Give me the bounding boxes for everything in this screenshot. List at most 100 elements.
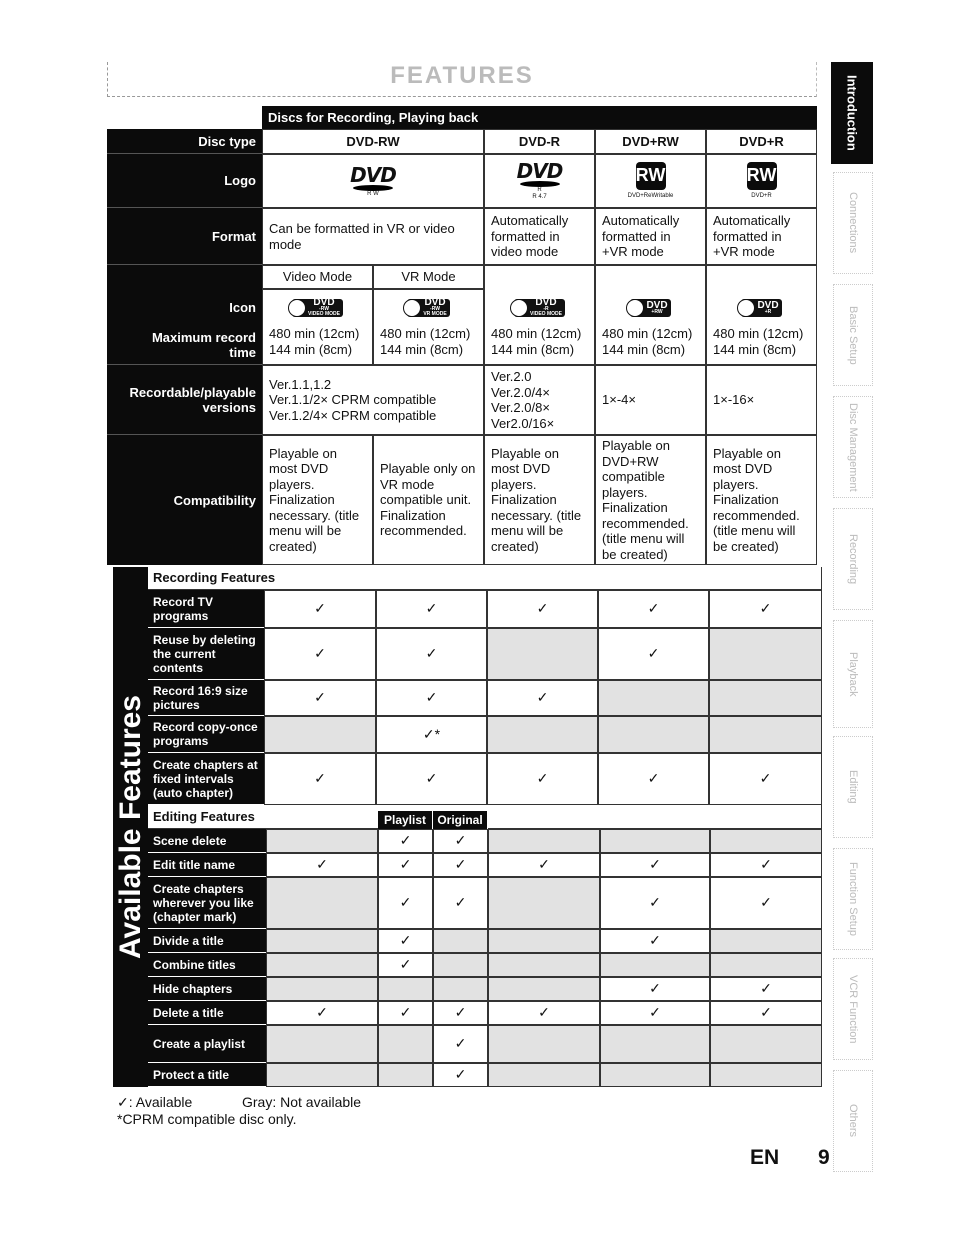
icon-time-dvd-rw-vr: DVD -RW VR MODE 480 min (12cm) 144 min (8c… — [373, 289, 484, 365]
available-features-band: Available Features — [113, 567, 148, 1087]
icon-time-dvd-rw-video: DVD -RW VIDEO MODE 480 min (12cm) 144 min … — [262, 289, 373, 365]
rw-logo-icon: RW — [635, 162, 666, 190]
feature-label: Hide chapters — [148, 977, 266, 1001]
row-label-logo: Logo — [107, 154, 262, 208]
feature-cell: ✓ — [488, 1001, 600, 1025]
dvd-r-video-mode-icon: DVD -R VIDEO MODE — [510, 298, 565, 317]
rw-logo-icon: RW — [746, 162, 777, 190]
versions-dvd-plus-r: 1×-16× — [706, 365, 817, 435]
feature-cell: ✓ — [598, 590, 709, 628]
feature-cell: ✓ — [264, 680, 376, 716]
dvd-rw-video-mode-icon: DVD -RW VIDEO MODE — [288, 298, 343, 317]
logo-caption: R R 4.7 — [532, 187, 547, 200]
legend-note: *CPRM compatible disc only. — [117, 1111, 297, 1127]
tab-connections[interactable]: Connections — [833, 172, 873, 274]
feature-cell: ✓ — [376, 753, 487, 805]
versions-dvd-r: Ver.2.0 Ver.2.0/4× Ver.2.0/8× Ver2.0/16× — [484, 365, 595, 435]
feature-cell: ✓ — [710, 977, 822, 1001]
max-time: 480 min (12cm) 144 min (8cm) — [380, 326, 471, 357]
feature-cell: ✓ — [487, 680, 598, 716]
tab-recording[interactable]: Recording — [833, 508, 873, 610]
feature-cell: ✓ — [378, 853, 433, 877]
tab-editing[interactable]: Editing — [833, 736, 873, 838]
feature-cell: ✓ — [378, 1001, 433, 1025]
feature-cell — [710, 953, 822, 977]
feature-cell: ✓ — [264, 590, 376, 628]
dvd-plus-rw-icon: DVD +RW — [626, 299, 671, 317]
feature-cell — [488, 877, 600, 929]
feature-cell — [266, 829, 378, 853]
feature-cell — [488, 977, 600, 1001]
tab-vcr-function[interactable]: VCR Function — [833, 958, 873, 1060]
feature-cell: ✓ — [710, 1001, 822, 1025]
vr-subheader-original: Original — [433, 811, 488, 829]
feature-cell: ✓ — [433, 877, 488, 929]
max-time: 480 min (12cm) 144 min (8cm) — [269, 326, 360, 357]
language-code: EN — [750, 1146, 780, 1169]
feature-cell: ✓ — [376, 590, 487, 628]
feature-cell — [266, 977, 378, 1001]
legend-available: ✓: Available — [117, 1094, 193, 1110]
feature-cell — [710, 1063, 822, 1087]
feature-label: Delete a title — [148, 1001, 266, 1025]
tab-label: VCR Function — [847, 974, 859, 1044]
feature-cell: ✓ — [600, 977, 710, 1001]
feature-cell: ✓ — [710, 853, 822, 877]
dvd-plus-r-icon: DVD +R — [737, 299, 782, 317]
format-dvd-plus-r: Automatically formatted in +VR mode — [706, 208, 817, 265]
feature-cell: ✓ — [600, 1001, 710, 1025]
dvd-logo-icon: DVD — [516, 159, 564, 183]
feature-cell: ✓ — [264, 753, 376, 805]
feature-cell: ✓ — [600, 929, 710, 953]
tab-label: Playback — [847, 651, 859, 697]
recording-features-header: Recording Features — [148, 567, 822, 590]
band-label: Available Features — [113, 694, 147, 959]
mode-video: Video Mode — [262, 265, 373, 289]
row-label-versions: Recordable/playable versions — [107, 365, 262, 435]
tab-others[interactable]: Others — [833, 1070, 873, 1172]
row-label-format: Format — [107, 208, 262, 265]
tab-function-setup[interactable]: Function Setup — [833, 848, 873, 950]
tab-label: Editing — [847, 770, 859, 804]
compat-dvd-r: Playable on most DVD players. Finalizati… — [484, 435, 595, 565]
icon-time-dvd-r: DVD -R VIDEO MODE 480 min (12cm) 144 min (… — [484, 265, 595, 365]
icon-time-dvd-plus-r: DVD +R 480 min (12cm) 144 min (8cm) — [706, 265, 817, 365]
tab-introduction[interactable]: Introduction — [831, 62, 873, 164]
tab-playback[interactable]: Playback — [833, 620, 873, 728]
logo-cell-dvd-r: DVD R R 4.7 — [484, 154, 595, 208]
logo-caption: R W — [367, 190, 379, 197]
feature-cell — [488, 829, 600, 853]
feature-cell — [710, 829, 822, 853]
feature-cell — [600, 1063, 710, 1087]
feature-cell — [488, 953, 600, 977]
feature-cell — [433, 953, 488, 977]
feature-cell: ✓ — [264, 628, 376, 680]
versions-dvd-plus-rw: 1×-4× — [595, 365, 706, 435]
page-title: FEATURES — [390, 62, 534, 89]
feature-cell — [488, 929, 600, 953]
logo-cell-dvd-plus-rw: RW DVD+ReWritable — [595, 154, 706, 208]
tab-basic-setup[interactable]: Basic Setup — [833, 284, 873, 386]
logo-caption: DVD+R — [751, 193, 772, 199]
feature-label: Reuse by deleting the current contents — [148, 628, 264, 680]
row-label-disc-type: Disc type — [107, 129, 262, 154]
tab-label: Disc Management — [847, 402, 859, 492]
icon-time-dvd-plus-rw: DVD +RW 480 min (12cm) 144 min (8cm) — [595, 265, 706, 365]
feature-cell: ✓ — [376, 628, 487, 680]
tab-label: Recording — [847, 533, 859, 585]
tab-disc-management[interactable]: Disc Management — [833, 396, 873, 498]
dvd-rw-vr-mode-icon: DVD -RW VR MODE — [403, 298, 450, 317]
feature-label: Create chapters at fixed intervals (auto… — [148, 753, 264, 805]
tab-label: Basic Setup — [847, 305, 859, 365]
feature-cell: ✓ — [433, 1001, 488, 1025]
legend-gray: Gray: Not available — [242, 1094, 362, 1110]
max-time: 480 min (12cm) 144 min (8cm) — [713, 326, 804, 357]
feature-label: Scene delete — [148, 829, 266, 853]
feature-cell: ✓ — [266, 853, 378, 877]
feature-label: Edit title name — [148, 853, 266, 877]
tab-label: Connections — [847, 192, 859, 254]
feature-cell: ✓ — [378, 829, 433, 853]
feature-cell: ✓ — [598, 628, 709, 680]
feature-cell — [378, 1063, 433, 1087]
logo-cell-dvd-plus-r: RW DVD+R — [706, 154, 817, 208]
